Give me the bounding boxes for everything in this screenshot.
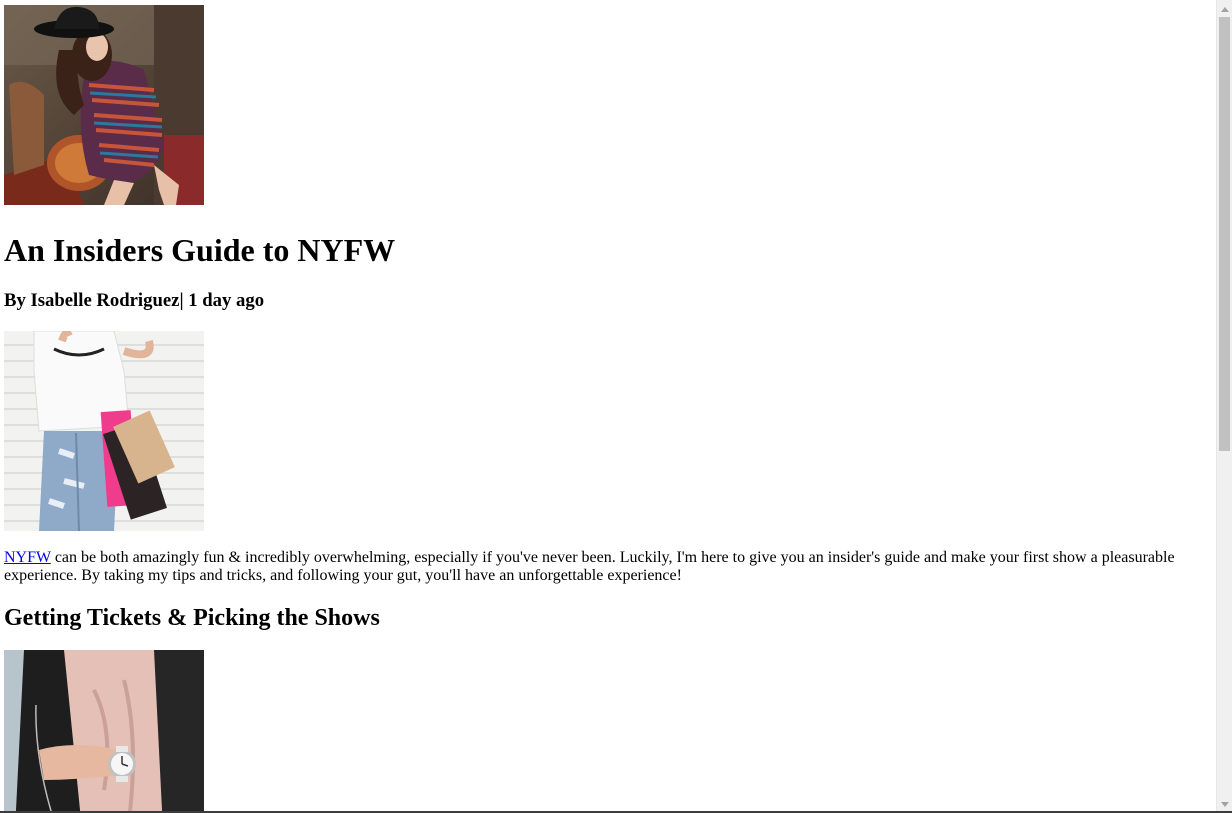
- nyfw-link[interactable]: NYFW: [4, 549, 51, 566]
- triangle-down-icon: [1221, 794, 1229, 812]
- scroll-down-button[interactable]: [1217, 795, 1232, 811]
- intro-text: can be both amazingly fun & incredibly o…: [4, 549, 1175, 584]
- shopping-image: [4, 331, 204, 531]
- vertical-scrollbar[interactable]: [1216, 0, 1232, 811]
- article-title: An Insiders Guide to NYFW: [4, 232, 396, 268]
- section-heading: Getting Tickets & Picking the Shows: [4, 605, 380, 631]
- article: An Insiders Guide to NYFW By Isabelle Ro…: [0, 0, 1216, 811]
- hero-image: [4, 5, 204, 205]
- triangle-up-icon: [1221, 0, 1229, 17]
- intro-paragraph: NYFW can be both amazingly fun & incredi…: [4, 549, 1204, 585]
- scroll-up-button[interactable]: [1217, 0, 1232, 16]
- watch-image: [4, 650, 204, 811]
- byline: By Isabelle Rodriguez| 1 day ago: [4, 290, 265, 311]
- page: An Insiders Guide to NYFW By Isabelle Ro…: [0, 0, 1216, 811]
- scrollbar-thumb[interactable]: [1219, 17, 1230, 451]
